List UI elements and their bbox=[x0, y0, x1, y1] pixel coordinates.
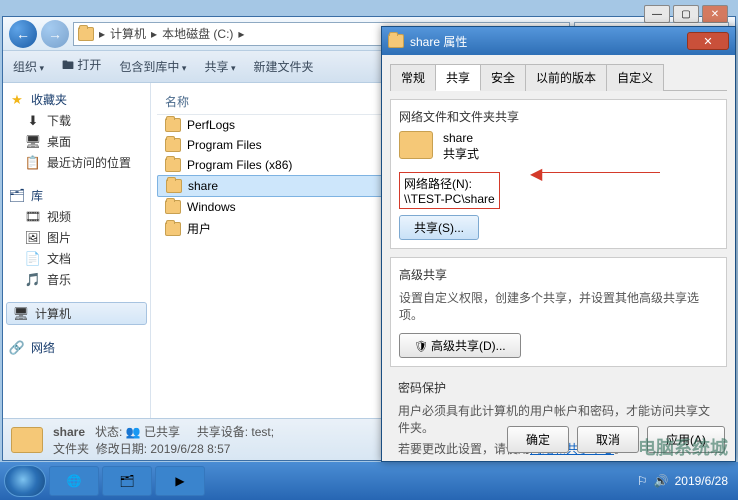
section-desc: 设置自定义权限，创建多个共享，并设置其他高级共享选项。 bbox=[399, 289, 718, 323]
new-folder-button[interactable]: 新建文件夹 bbox=[254, 58, 314, 75]
document-icon: 📄 bbox=[25, 251, 41, 267]
taskbar-ie-button[interactable]: 🌐 bbox=[49, 466, 99, 496]
folder-icon bbox=[165, 118, 181, 132]
computer-icon: 🖥 bbox=[13, 306, 29, 322]
sidebar-item-recent[interactable]: 📋最近访问的位置 bbox=[3, 152, 150, 173]
sidebar-item-videos[interactable]: 🎞视频 bbox=[3, 206, 150, 227]
advanced-share-button[interactable]: 🛡高级共享(D)... bbox=[399, 333, 521, 358]
tab-security[interactable]: 安全 bbox=[480, 64, 526, 91]
annotation-arrow-line bbox=[540, 172, 660, 173]
section-title: 网络文件和文件夹共享 bbox=[399, 108, 718, 125]
watermark: 电脑系统城 bbox=[638, 434, 728, 460]
status-sharedev-label: 共享设备: bbox=[197, 425, 248, 439]
desktop-icon: 🖥 bbox=[25, 134, 41, 150]
sidebar-item-music[interactable]: 🎵音乐 bbox=[3, 269, 150, 290]
status-state-label: 状态: bbox=[95, 425, 122, 439]
sidebar-item-downloads[interactable]: ⬇下载 bbox=[3, 110, 150, 131]
network-icon: 🔗 bbox=[9, 340, 25, 356]
tab-general[interactable]: 常规 bbox=[390, 64, 436, 91]
ok-button[interactable]: 确定 bbox=[507, 426, 569, 453]
folder-icon bbox=[165, 200, 181, 214]
annotation-arrow-icon: ◀ bbox=[530, 164, 542, 184]
organize-menu[interactable]: 组织 bbox=[13, 58, 44, 75]
share-name: share bbox=[443, 131, 479, 145]
download-icon: ⬇ bbox=[25, 113, 41, 129]
tab-customize[interactable]: 自定义 bbox=[606, 64, 664, 91]
window-controls: — ▢ ✕ bbox=[644, 5, 728, 23]
folder-icon bbox=[399, 131, 433, 159]
back-button[interactable]: ← bbox=[9, 20, 37, 48]
dialog-titlebar[interactable]: share 属性 ✕ bbox=[382, 27, 735, 55]
section-title: 密码保护 bbox=[398, 379, 719, 396]
music-icon: 🎵 bbox=[25, 272, 41, 288]
minimize-button[interactable]: — bbox=[644, 5, 670, 23]
breadcrumb-item[interactable]: 计算机 bbox=[110, 25, 146, 42]
sidebar-item-pictures[interactable]: 🖼图片 bbox=[3, 227, 150, 248]
sidebar-libraries-header[interactable]: 🗂库 bbox=[3, 185, 150, 206]
folder-icon bbox=[165, 158, 181, 172]
picture-icon: 🖼 bbox=[25, 230, 41, 246]
advanced-share-section: 高级共享 设置自定义权限，创建多个共享，并设置其他高级共享选项。 🛡高级共享(D… bbox=[390, 257, 727, 367]
start-button[interactable] bbox=[4, 465, 46, 497]
cancel-button[interactable]: 取消 bbox=[577, 426, 639, 453]
status-type: 文件夹 bbox=[53, 442, 89, 456]
share-menu[interactable]: 共享 bbox=[204, 58, 235, 75]
dialog-title: share 属性 bbox=[410, 33, 467, 50]
open-button[interactable]: 🖿 打开 bbox=[62, 56, 101, 77]
taskbar-explorer-button[interactable]: 🗂 bbox=[102, 466, 152, 496]
recent-icon: 📋 bbox=[25, 155, 41, 171]
status-date-value: 2019/6/28 8:57 bbox=[150, 442, 230, 456]
breadcrumb-sep: ▸ bbox=[238, 27, 244, 41]
properties-dialog: share 属性 ✕ 常规 共享 安全 以前的版本 自定义 网络文件和文件夹共享… bbox=[381, 26, 736, 462]
taskbar-media-button[interactable]: ▶ bbox=[155, 466, 205, 496]
status-name: share bbox=[53, 425, 85, 439]
library-icon: 🗂 bbox=[9, 188, 25, 204]
folder-icon bbox=[388, 34, 404, 48]
folder-icon bbox=[165, 138, 181, 152]
network-path-value: \\TEST-PC\share bbox=[404, 192, 495, 206]
share-mode: 共享式 bbox=[443, 145, 479, 162]
status-date-label: 修改日期: bbox=[96, 442, 147, 456]
network-path-label: 网络路径(N): bbox=[404, 175, 495, 192]
close-button[interactable]: ✕ bbox=[702, 5, 728, 23]
sidebar-item-desktop[interactable]: 🖥桌面 bbox=[3, 131, 150, 152]
share-button[interactable]: 共享(S)... bbox=[399, 215, 479, 240]
tab-previous-versions[interactable]: 以前的版本 bbox=[525, 64, 607, 91]
shield-icon: 🛡 bbox=[414, 341, 428, 353]
folder-icon bbox=[166, 179, 182, 193]
sidebar-item-network[interactable]: 🔗网络 bbox=[3, 337, 150, 358]
sidebar-item-documents[interactable]: 📄文档 bbox=[3, 248, 150, 269]
video-icon: 🎞 bbox=[25, 209, 41, 225]
tab-sharing[interactable]: 共享 bbox=[435, 64, 481, 91]
network-share-section: 网络文件和文件夹共享 share 共享式 网络路径(N): \\TEST-PC\… bbox=[390, 99, 727, 249]
drive-icon bbox=[78, 27, 94, 41]
sidebar-item-computer[interactable]: 🖥计算机 bbox=[6, 302, 147, 325]
forward-button[interactable]: → bbox=[41, 20, 69, 48]
status-sharedev-value: test; bbox=[251, 425, 274, 439]
maximize-button[interactable]: ▢ bbox=[673, 5, 699, 23]
breadcrumb-sep: ▸ bbox=[151, 27, 157, 41]
tab-strip: 常规 共享 安全 以前的版本 自定义 bbox=[390, 63, 727, 91]
breadcrumb-sep: ▸ bbox=[99, 27, 105, 41]
breadcrumb-item[interactable]: 本地磁盘 (C:) bbox=[162, 25, 233, 42]
sidebar: ★收藏夹 ⬇下载 🖥桌面 📋最近访问的位置 🗂库 🎞视频 🖼图片 📄文档 🎵音乐… bbox=[3, 83, 151, 418]
folder-icon bbox=[165, 222, 181, 236]
section-title: 高级共享 bbox=[399, 266, 718, 283]
status-state-value: 已共享 bbox=[144, 425, 180, 439]
include-menu[interactable]: 包含到库中 bbox=[119, 58, 186, 75]
sidebar-favorites-header[interactable]: ★收藏夹 bbox=[3, 89, 150, 110]
dialog-close-button[interactable]: ✕ bbox=[687, 32, 729, 50]
star-icon: ★ bbox=[9, 92, 25, 108]
network-path-highlight: 网络路径(N): \\TEST-PC\share bbox=[399, 172, 500, 209]
folder-icon bbox=[11, 427, 43, 453]
